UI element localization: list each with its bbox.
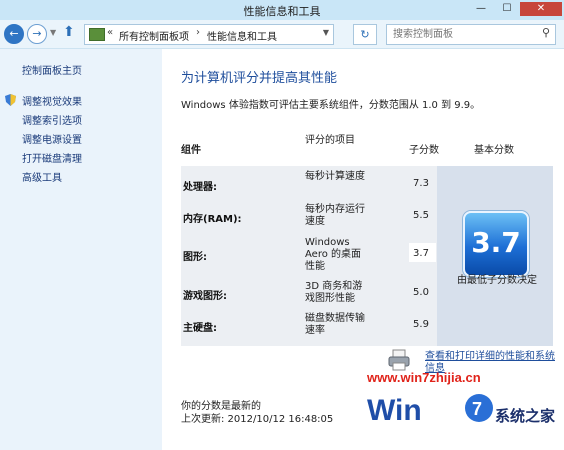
- search-box[interactable]: ⚲: [386, 24, 556, 45]
- row-component-memory: 内存(RAM):: [183, 214, 242, 225]
- svg-text:Win: Win: [367, 394, 422, 427]
- column-header-rated-item: 评分的项目: [305, 135, 355, 146]
- sidebar-item-indexing[interactable]: 调整索引选项: [22, 112, 82, 127]
- row-item-memory: 每秒内存运行速度: [305, 204, 365, 227]
- refresh-button[interactable]: ↻: [353, 24, 377, 45]
- column-header-component: 组件: [181, 145, 201, 156]
- base-score-note: 由最低子分数决定: [457, 275, 537, 286]
- row-score-gaming-graphics: 5.0: [413, 287, 429, 298]
- close-button[interactable]: ✕: [520, 2, 562, 16]
- sidebar-item-advanced-tools[interactable]: 高级工具: [22, 169, 62, 184]
- column-header-subscore: 子分数: [409, 145, 439, 156]
- row-item-processor: 每秒计算速度: [305, 171, 365, 182]
- row-item-gaming-graphics: 3D 商务和游戏图形性能: [305, 281, 363, 304]
- breadcrumb-overflow[interactable]: «: [107, 27, 113, 38]
- address-dropdown-icon[interactable]: ▼: [323, 28, 329, 37]
- column-header-base-score: 基本分数: [474, 145, 514, 156]
- breadcrumb-separator[interactable]: ›: [196, 27, 200, 38]
- row-score-memory: 5.5: [413, 210, 429, 221]
- sidebar-item-power[interactable]: 调整电源设置: [22, 131, 82, 146]
- printer-icon: [388, 349, 410, 371]
- watermark-logo: Win 7 系统之家: [367, 394, 555, 427]
- maximize-button[interactable]: ☐: [496, 2, 518, 16]
- breadcrumb-performance[interactable]: 性能信息和工具: [207, 28, 277, 43]
- recent-pages-dropdown-icon[interactable]: ▼: [50, 28, 56, 37]
- page-description: Windows 体验指数可评估主要系统组件，分数范围从 1.0 到 9.9。: [181, 100, 481, 111]
- row-component-primary-disk: 主硬盘:: [183, 323, 217, 334]
- svg-text:7: 7: [472, 399, 482, 419]
- back-button[interactable]: ←: [4, 24, 24, 44]
- watermark-url: www.win7zhijia.cn: [367, 370, 481, 385]
- title-bar: 性能信息和工具 — ☐ ✕: [0, 0, 564, 21]
- forward-button[interactable]: →: [27, 24, 47, 44]
- watermark-brand: 系统之家: [495, 407, 555, 425]
- row-component-processor: 处理器:: [183, 182, 217, 193]
- row-score-graphics: 3.7: [413, 248, 429, 259]
- search-input[interactable]: [393, 27, 531, 41]
- row-component-gaming-graphics: 游戏图形:: [183, 291, 227, 302]
- sidebar-home-link[interactable]: 控制面板主页: [22, 62, 82, 77]
- row-item-graphics: Windows Aero 的桌面性能: [305, 237, 362, 272]
- up-button[interactable]: ⬆: [63, 24, 75, 40]
- breadcrumb-all-items[interactable]: 所有控制面板项: [119, 28, 189, 43]
- shield-icon: [5, 94, 16, 106]
- control-panel-icon: [89, 28, 105, 41]
- sidebar-item-visual-effects[interactable]: 调整视觉效果: [22, 93, 82, 108]
- sidebar-item-disk-cleanup[interactable]: 打开磁盘清理: [22, 150, 82, 165]
- base-score-badge: 3.7: [463, 211, 529, 277]
- row-item-primary-disk: 磁盘数据传输速率: [305, 313, 365, 336]
- sidebar: 控制面板主页 调整视觉效果 调整索引选项 调整电源设置 打开磁盘清理 高级工具: [0, 49, 162, 450]
- row-score-primary-disk: 5.9: [413, 319, 429, 330]
- address-toolbar: ← → ▼ ⬆ « 所有控制面板项 › 性能信息和工具 ▼ ↻ ⚲: [0, 20, 564, 49]
- minimize-button[interactable]: —: [470, 2, 492, 16]
- last-updated: 上次更新: 2012/10/12 16:48:05: [181, 414, 334, 425]
- row-component-graphics: 图形:: [183, 252, 207, 263]
- address-field[interactable]: « 所有控制面板项 › 性能信息和工具 ▼: [84, 24, 334, 45]
- page-title: 为计算机评分并提高其性能: [181, 71, 338, 86]
- row-score-processor: 7.3: [413, 178, 429, 189]
- search-icon[interactable]: ⚲: [542, 26, 550, 39]
